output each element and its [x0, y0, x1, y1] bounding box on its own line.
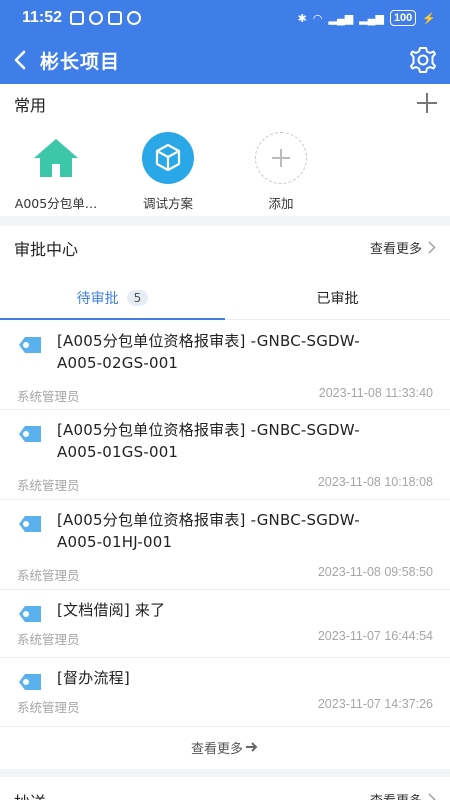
common-title: 常用: [14, 96, 47, 115]
item-title-line2: A005-01GS-001: [57, 443, 179, 461]
shortcut-debug-plan[interactable]: 调试方案: [113, 132, 223, 212]
item-title-line1: [A005分包单位资格报审表] -GNBC-SGDW-: [57, 332, 360, 350]
chevron-right-icon: [428, 793, 436, 800]
cc-section: 抄送 查看更多: [0, 777, 450, 800]
shortcut-label: A005分包单…: [14, 196, 98, 211]
approval-tabs: 待审批 5 已审批: [0, 276, 450, 320]
cc-more-link[interactable]: 查看更多: [370, 790, 436, 800]
tag-icon: [19, 516, 41, 532]
signal-icon-2: ▂▄▆: [359, 12, 384, 25]
gear-icon[interactable]: [408, 45, 438, 75]
tab-label: 待审批: [76, 290, 119, 307]
tag-icon: [19, 426, 41, 442]
item-user: 系统管理员: [17, 700, 80, 715]
item-title-line1: [A005分包单位资格报审表] -GNBC-SGDW-: [57, 421, 360, 439]
approval-footer-more[interactable]: 查看更多: [0, 725, 450, 769]
chevron-left-icon: [14, 50, 26, 70]
item-title-line1: [文档借阅] 来了: [57, 601, 166, 619]
list-item[interactable]: [A005分包单位资格报审表] -GNBC-SGDW- A005-02GS-00…: [0, 321, 450, 410]
item-title-line2: A005-01HJ-001: [57, 533, 173, 551]
page-title: 彬长项目: [40, 50, 121, 73]
item-user: 系统管理员: [17, 389, 80, 404]
shortcut-a005[interactable]: A005分包单…: [1, 132, 111, 212]
item-title-line1: [督办流程]: [57, 669, 130, 687]
item-time: 2023-11-08 09:58:50: [317, 565, 433, 579]
more-label: 查看更多: [369, 242, 422, 257]
approval-list: [A005分包单位资格报审表] -GNBC-SGDW- A005-02GS-00…: [0, 321, 450, 727]
plus-icon[interactable]: [416, 92, 438, 114]
notification-icons: [70, 11, 142, 25]
wifi-icon: ◠: [312, 12, 323, 25]
item-time: 2023-11-08 11:33:40: [318, 386, 433, 400]
approval-more-link[interactable]: 查看更多: [370, 238, 436, 257]
eye-icon: [89, 11, 104, 25]
add-icon: [255, 132, 307, 184]
list-item[interactable]: [文档借阅] 来了 系统管理员 2023-11-07 16:44:54: [0, 590, 450, 658]
app-bar: 彬长项目: [0, 36, 450, 84]
item-user: 系统管理员: [17, 568, 80, 583]
bluetooth-icon: ✱: [297, 12, 307, 25]
list-item[interactable]: [A005分包单位资格报审表] -GNBC-SGDW- A005-01HJ-00…: [0, 500, 450, 590]
signal-icon: ▂▄▆: [328, 12, 354, 25]
tab-label: 已审批: [316, 290, 359, 307]
cube-icon: [142, 132, 194, 184]
arrow-right-icon: [246, 742, 258, 752]
tab-pending[interactable]: 待审批 5: [0, 276, 225, 320]
status-time: 11:52: [22, 9, 63, 26]
item-time: 2023-11-08 10:18:08: [317, 475, 433, 489]
tag-icon: [19, 606, 41, 622]
list-item[interactable]: [督办流程] 系统管理员 2023-11-07 14:37:26: [0, 658, 450, 727]
charging-icon: ⚡: [422, 12, 436, 25]
pending-count-badge: 5: [126, 289, 149, 306]
footer-more-label: 查看更多: [190, 741, 243, 757]
item-time: 2023-11-07 16:44:54: [317, 629, 433, 643]
tab-approved[interactable]: 已审批: [225, 276, 450, 319]
item-time: 2023-11-07 14:37:26: [317, 697, 433, 711]
item-title-line2: A005-02GS-001: [57, 354, 179, 372]
common-section: 常用 A005分包单… 调试方案 添加: [0, 84, 450, 216]
approval-center: 审批中心 查看更多 待审批 5 已审批 [A005分包单位资格报审表] -GNB…: [0, 226, 450, 769]
tag-icon: [19, 337, 41, 353]
nfc-icon: [108, 11, 123, 25]
tag-icon: [19, 674, 41, 690]
item-user: 系统管理员: [17, 478, 80, 493]
shortcut-add[interactable]: 添加: [226, 132, 336, 212]
item-user: 系统管理员: [17, 632, 80, 647]
battery-indicator: 100: [389, 10, 417, 26]
shortcut-label: 添加: [268, 196, 294, 211]
chevron-right-icon: [428, 241, 436, 254]
message-icon: [70, 11, 85, 25]
alarm-icon: [127, 11, 142, 25]
shortcut-label: 调试方案: [142, 196, 193, 211]
item-title-line1: [A005分包单位资格报审表] -GNBC-SGDW-: [57, 511, 360, 529]
list-item[interactable]: [A005分包单位资格报审表] -GNBC-SGDW- A005-01GS-00…: [0, 410, 450, 500]
home-icon: [30, 132, 82, 184]
more-label: 查看更多: [370, 790, 422, 800]
status-bar: 11:52 ✱ ◠ ▂▄▆ ▂▄▆ 100 ⚡: [0, 0, 450, 36]
back-button[interactable]: [0, 36, 40, 84]
